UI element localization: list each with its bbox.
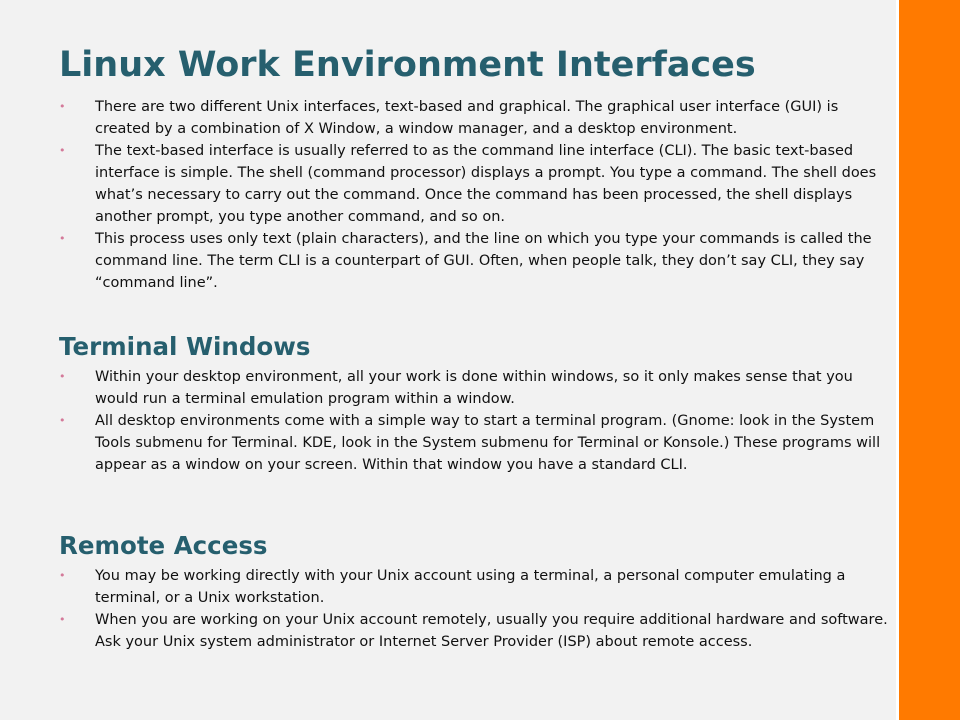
list-item: • Within your desktop environment, all y… [59,366,889,410]
section-heading-terminal-windows: Terminal Windows [59,332,311,361]
bullet-text: There are two different Unix interfaces,… [95,99,839,137]
bullet-text: When you are working on your Unix accoun… [95,612,888,650]
list-item: • The text-based interface is usually re… [59,140,889,228]
bullet-dot-icon: • [59,569,66,582]
terminal-windows-bullet-list: • Within your desktop environment, all y… [59,366,889,476]
bullet-dot-icon: • [59,100,66,113]
bullet-dot-icon: • [59,232,66,245]
bullet-text: Within your desktop environment, all you… [95,369,853,407]
section-heading-remote-access: Remote Access [59,531,268,560]
list-item: • When you are working on your Unix acco… [59,609,889,653]
bullet-dot-icon: • [59,613,66,626]
bullet-text: This process uses only text (plain chara… [95,231,872,291]
side-bar-fill [899,0,960,720]
bullet-dot-icon: • [59,414,66,427]
list-item: • There are two different Unix interface… [59,96,889,140]
bullet-dot-icon: • [59,370,66,383]
bullet-text: You may be working directly with your Un… [95,568,846,606]
remote-access-bullet-list: • You may be working directly with your … [59,565,889,653]
list-item: • This process uses only text (plain cha… [59,228,889,294]
list-item: • You may be working directly with your … [59,565,889,609]
slide-title: Linux Work Environment Interfaces [59,45,756,85]
bullet-text: All desktop environments come with a sim… [95,413,881,473]
list-item: • All desktop environments come with a s… [59,410,889,476]
intro-bullet-list: • There are two different Unix interface… [59,96,889,294]
side-accent-bar [896,0,960,720]
slide: Linux Work Environment Interfaces • Ther… [0,0,896,720]
bullet-dot-icon: • [59,144,66,157]
bullet-text: The text-based interface is usually refe… [95,143,877,225]
